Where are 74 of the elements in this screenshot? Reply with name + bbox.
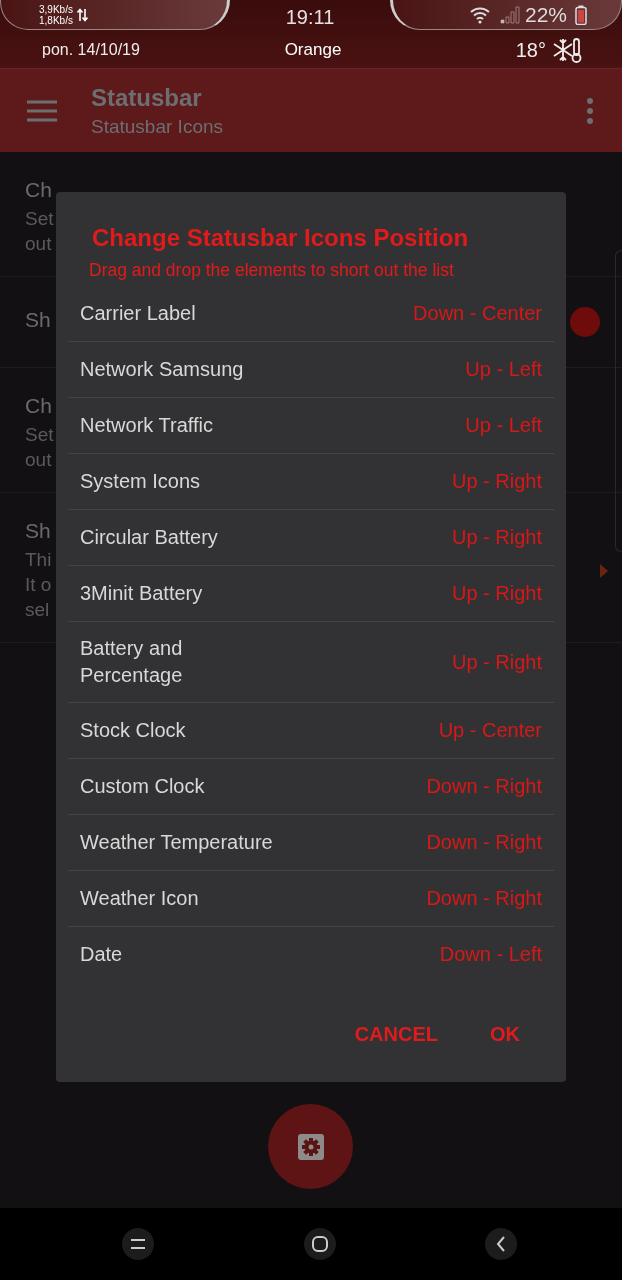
list-item[interactable]: Stock Clock Up - Center — [68, 703, 554, 759]
dialog-subtitle: Drag and drop the elements to short out the list — [89, 260, 455, 281]
list-item[interactable]: Weather Temperature Down - Right — [68, 815, 554, 871]
item-position: Up - Center — [438, 719, 542, 742]
back-button[interactable] — [485, 1228, 517, 1260]
item-label: Date — [80, 942, 123, 967]
item-position: Up - Right — [451, 470, 542, 493]
snowflake-thermometer-icon — [552, 36, 584, 64]
app-title: Statusbar — [91, 83, 203, 112]
clock: 19:11 — [285, 6, 335, 29]
wifi-icon — [468, 5, 491, 24]
setting-summary: out — [25, 448, 52, 472]
item-label: System Icons — [80, 469, 201, 494]
item-label: 3Minit Battery — [80, 581, 203, 606]
setting-title: Sh — [25, 308, 51, 332]
temperature: 18° — [515, 38, 546, 62]
item-position: Down - Left — [439, 943, 542, 966]
battery-percent: 22% — [524, 2, 567, 27]
list-item[interactable]: Date Down - Left — [68, 927, 554, 982]
battery-icon — [575, 4, 587, 25]
recents-icon — [130, 1237, 146, 1251]
setting-summary: out — [25, 232, 52, 256]
back-icon — [495, 1235, 507, 1253]
list-item[interactable]: Battery and Percentage Up - Right — [68, 622, 554, 703]
list-item[interactable]: Custom Clock Down - Right — [68, 759, 554, 815]
list-item[interactable]: Weather Icon Down - Right — [68, 871, 554, 927]
item-label: Carrier Label — [80, 301, 196, 326]
upload-speed: 3,9Kb/s — [39, 3, 73, 15]
setting-summary: Set — [25, 423, 54, 447]
menu-icon[interactable] — [27, 99, 57, 122]
data-arrows-icon — [76, 7, 88, 22]
item-label: Network Samsung — [80, 357, 244, 382]
item-position: Up - Right — [451, 650, 542, 674]
switch-thumb[interactable] — [570, 307, 600, 337]
setting-title: Ch — [25, 178, 52, 202]
item-label: Circular Battery — [80, 525, 218, 550]
item-label: Custom Clock — [80, 774, 205, 799]
setting-summary: It o — [25, 573, 52, 597]
home-icon — [310, 1235, 329, 1253]
item-position: Up - Left — [465, 414, 542, 437]
item-position: Up - Left — [465, 358, 542, 381]
setting-summary: sel — [25, 598, 50, 622]
setting-summary: Thi — [25, 548, 52, 572]
item-label: Weather Temperature — [80, 830, 273, 855]
setting-title: Sh — [25, 519, 51, 543]
item-label: Stock Clock — [80, 718, 186, 743]
setting-summary: Set — [25, 207, 54, 231]
app-subtitle: Statusbar Icons — [91, 115, 225, 138]
chevron-icon — [600, 563, 608, 578]
carrier-label: Orange — [284, 40, 342, 60]
signal-icon — [498, 5, 521, 24]
item-label: Network Traffic — [80, 413, 213, 438]
item-position: Up - Right — [451, 582, 542, 605]
more-options-icon[interactable] — [586, 97, 594, 124]
item-position: Down - Right — [426, 887, 542, 910]
item-label: Battery and Percentage — [80, 636, 183, 688]
list-item[interactable]: 3Minit Battery Up - Right — [68, 566, 554, 622]
list-item[interactable]: Carrier Label Down - Center — [68, 286, 554, 342]
download-speed: 1,8Kb/s — [39, 14, 73, 26]
setting-title: Ch — [25, 394, 52, 418]
home-button[interactable] — [303, 1228, 336, 1260]
list-item[interactable]: System Icons Up - Right — [68, 454, 554, 510]
list-item[interactable]: Circular Battery Up - Right — [68, 510, 554, 566]
dialog-title: Change Statusbar Icons Position — [92, 224, 470, 252]
list-item[interactable]: Network Samsung Up - Left — [68, 342, 554, 398]
date: pon. 14/10/19 — [42, 41, 141, 59]
settings-icon — [297, 1133, 324, 1160]
item-position: Down - Right — [426, 831, 542, 854]
item-label: Weather Icon — [80, 886, 199, 911]
list-item[interactable]: Network Traffic Up - Left — [68, 398, 554, 454]
recents-button[interactable] — [122, 1228, 154, 1260]
item-position: Down - Right — [426, 775, 542, 798]
item-position: Up - Right — [451, 526, 542, 549]
item-position: Down - Center — [413, 302, 542, 325]
